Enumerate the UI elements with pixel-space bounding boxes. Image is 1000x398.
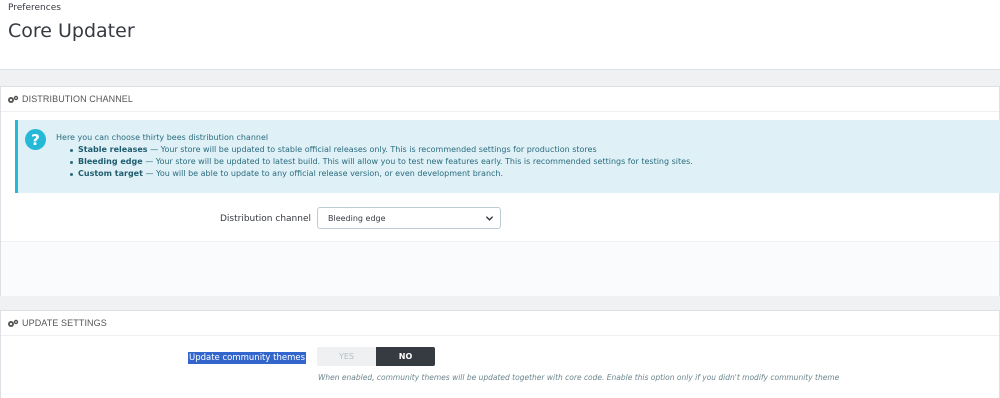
item-text: — Your store will be updated to stable o…: [147, 145, 597, 154]
item-text: — You will be able to update to any offi…: [142, 169, 504, 178]
gears-icon: [8, 319, 19, 327]
alert-intro: Here you can choose thirty bees distribu…: [56, 133, 269, 142]
distribution-channel-label: Distribution channel: [220, 214, 311, 224]
item-title: Bleeding edge: [78, 157, 143, 166]
page-header: Preferences Core Updater: [0, 0, 1000, 70]
update-community-themes-switch[interactable]: YES NO: [317, 347, 435, 366]
page-title: Core Updater: [8, 20, 135, 42]
list-item: Custom target — You will be able to upda…: [70, 168, 693, 180]
item-title: Stable releases: [78, 145, 148, 154]
chevron-down-icon: [486, 216, 493, 221]
toggle-no-option[interactable]: NO: [376, 347, 435, 366]
list-item: Bleeding edge — Your store will be updat…: [70, 156, 693, 168]
help-text: When enabled, community themes will be u…: [318, 373, 840, 382]
distribution-channel-panel: DISTRIBUTION CHANNEL ? Here you can choo…: [0, 86, 1000, 296]
list-item: Stable releases — Your store will be upd…: [70, 144, 693, 156]
toggle-yes-option[interactable]: YES: [317, 347, 376, 366]
distribution-channel-select[interactable]: Bleeding edge: [317, 207, 501, 229]
breadcrumb[interactable]: Preferences: [8, 3, 61, 13]
panel-heading: UPDATE SETTINGS: [1, 311, 999, 336]
gears-icon: [8, 95, 19, 103]
info-alert: ? Here you can choose thirty bees distri…: [15, 120, 1000, 193]
item-title: Custom target: [78, 169, 143, 178]
question-circle-icon: ?: [25, 129, 46, 150]
update-settings-panel: UPDATE SETTINGS Update community themes …: [0, 310, 1000, 398]
select-value: Bleeding edge: [328, 213, 386, 223]
panel-heading-label: DISTRIBUTION CHANNEL: [22, 94, 134, 104]
panel-footer: [1, 241, 999, 296]
panel-heading: DISTRIBUTION CHANNEL: [1, 87, 999, 112]
item-text: — Your store will be updated to latest b…: [142, 157, 693, 166]
alert-text: Here you can choose thirty bees distribu…: [56, 132, 693, 180]
alert-list: Stable releases — Your store will be upd…: [70, 144, 693, 180]
update-community-themes-label: Update community themes: [188, 352, 307, 364]
panel-heading-label: UPDATE SETTINGS: [22, 318, 107, 328]
